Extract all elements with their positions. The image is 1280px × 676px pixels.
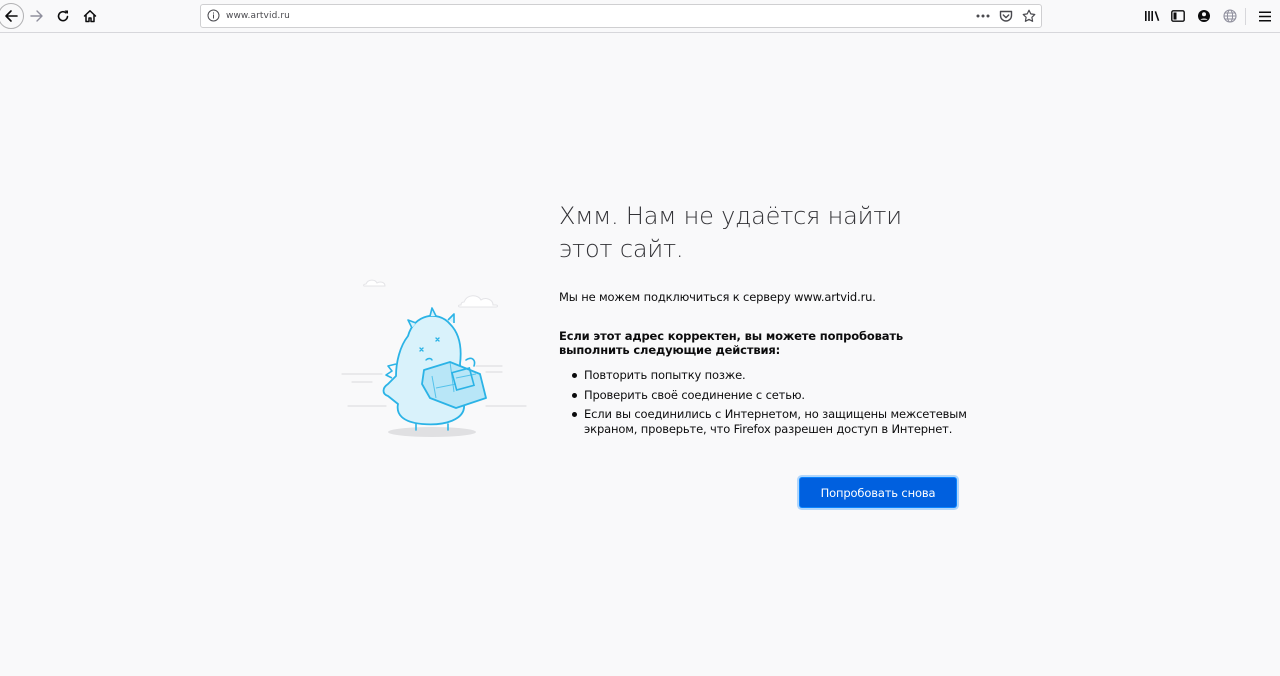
library-icon <box>1145 11 1160 21</box>
more-icon <box>976 14 990 18</box>
page-actions-button[interactable] <box>975 8 991 24</box>
home-icon <box>83 10 97 23</box>
pocket-button[interactable] <box>998 8 1014 24</box>
suggestion-item: Если вы соединились с Интернетом, но защ… <box>571 407 971 436</box>
url-text[interactable]: www.artvid.ru <box>226 9 290 23</box>
library-button[interactable] <box>1140 4 1164 28</box>
account-button[interactable] <box>1192 4 1216 28</box>
reload-button[interactable] <box>51 4 75 28</box>
error-illustration <box>341 279 527 437</box>
suggestion-item: Проверить своё соединение с сетью. <box>571 388 971 403</box>
try-again-button[interactable]: Попробовать снова <box>800 478 956 507</box>
sidebar-button[interactable] <box>1166 4 1190 28</box>
error-intro: Мы не можем подключиться к серверу www.a… <box>559 290 876 304</box>
url-bar[interactable]: www.artvid.ru <box>200 4 1042 28</box>
menu-icon <box>1259 11 1271 21</box>
back-button[interactable] <box>0 3 24 29</box>
bookmark-star-icon <box>1022 9 1036 22</box>
account-icon <box>1198 10 1210 22</box>
suggestion-item: Повторить попытку позже. <box>571 368 971 383</box>
globe-icon <box>1223 9 1237 23</box>
toolbar-separator <box>1245 8 1246 25</box>
reload-icon <box>57 10 69 22</box>
globe-button[interactable] <box>1218 4 1242 28</box>
menu-button[interactable] <box>1253 4 1277 28</box>
pocket-icon <box>999 10 1013 22</box>
suggestion-list: Повторить попытку позже. Проверить своё … <box>571 368 971 441</box>
forward-icon <box>30 10 43 22</box>
browser-toolbar: www.artvid.ru <box>0 0 1280 33</box>
sidebar-icon <box>1171 10 1185 22</box>
advice-heading: Если этот адрес корректен, вы можете поп… <box>559 329 903 357</box>
home-button[interactable] <box>78 4 102 28</box>
error-content: Хмм. Нам не удаётся найти этот сайт. Мы … <box>559 200 967 436</box>
info-icon[interactable] <box>207 9 220 22</box>
back-icon <box>5 10 18 22</box>
bookmark-button[interactable] <box>1021 8 1037 24</box>
forward-button[interactable] <box>25 4 49 28</box>
error-title: Хмм. Нам не удаётся найти этот сайт. <box>559 202 902 263</box>
